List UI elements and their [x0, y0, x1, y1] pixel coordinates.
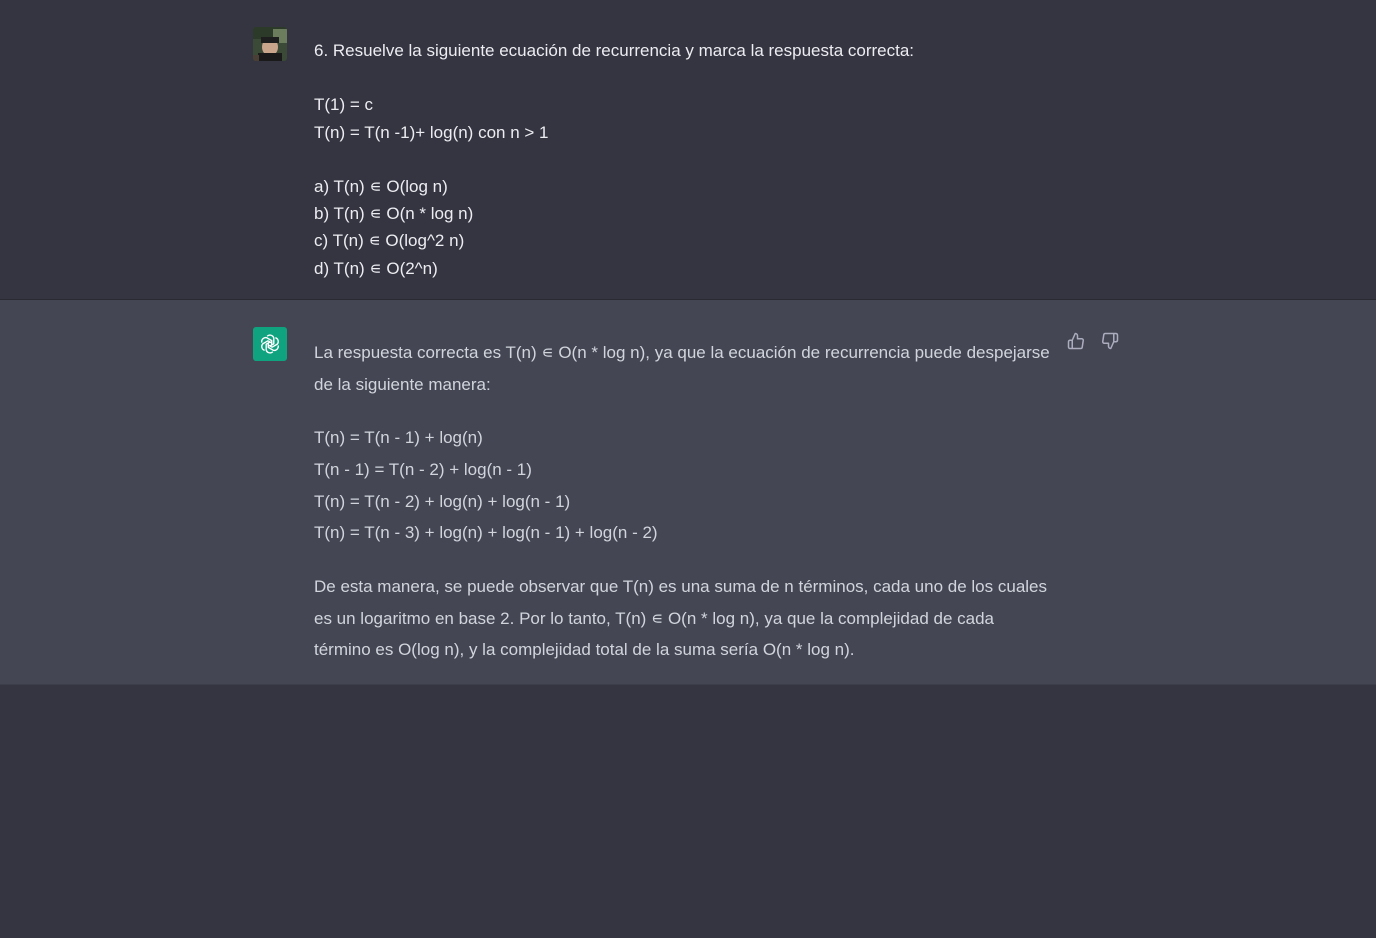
thumbs-up-button[interactable]	[1065, 330, 1087, 352]
user-message-line	[314, 146, 1074, 173]
user-message-line: c) T(n) ∊ O(log^2 n)	[314, 231, 465, 251]
assistant-conclusion-paragraph: De esta manera, se puede observar que T(…	[314, 577, 1048, 660]
equation-line: T(n) = T(n - 2) + log(n) + log(n - 1)	[314, 491, 571, 511]
user-avatar	[253, 27, 287, 61]
user-message-block: 6. Resuelve la siguiente ecuación de rec…	[0, 0, 1376, 300]
user-message-line: T(n) = T(n -1)+ log(n) con n > 1	[314, 122, 549, 142]
assistant-intro-paragraph: La respuesta correcta es T(n) ∊ O(n * lo…	[314, 343, 1050, 394]
feedback-buttons	[1065, 330, 1121, 352]
equation-line: T(n - 1) = T(n - 2) + log(n - 1)	[314, 459, 532, 479]
chat-page: 6. Resuelve la siguiente ecuación de rec…	[0, 0, 1376, 938]
user-message-line: T(1) = c	[314, 95, 374, 115]
thumbs-down-button[interactable]	[1099, 330, 1121, 352]
thumbs-down-icon	[1102, 332, 1119, 350]
user-photo-avatar	[253, 27, 287, 61]
equation-line: T(n) = T(n - 3) + log(n) + log(n - 1) + …	[314, 523, 658, 543]
user-message-line	[314, 64, 1074, 91]
thumbs-up-icon	[1067, 332, 1084, 350]
assistant-avatar	[253, 327, 287, 361]
user-message-text: 6. Resuelve la siguiente ecuación de rec…	[314, 37, 1074, 282]
user-message-line: a) T(n) ∊ O(log n)	[314, 176, 448, 196]
user-message-line: d) T(n) ∊ O(2^n)	[314, 258, 438, 278]
equation-line: T(n) = T(n - 1) + log(n)	[314, 428, 483, 447]
assistant-message-text: La respuesta correcta es T(n) ∊ O(n * lo…	[314, 337, 1054, 666]
user-message-line: 6. Resuelve la siguiente ecuación de rec…	[314, 41, 915, 60]
openai-logo-icon	[261, 334, 279, 354]
user-message-line: b) T(n) ∊ O(n * log n)	[314, 204, 474, 224]
